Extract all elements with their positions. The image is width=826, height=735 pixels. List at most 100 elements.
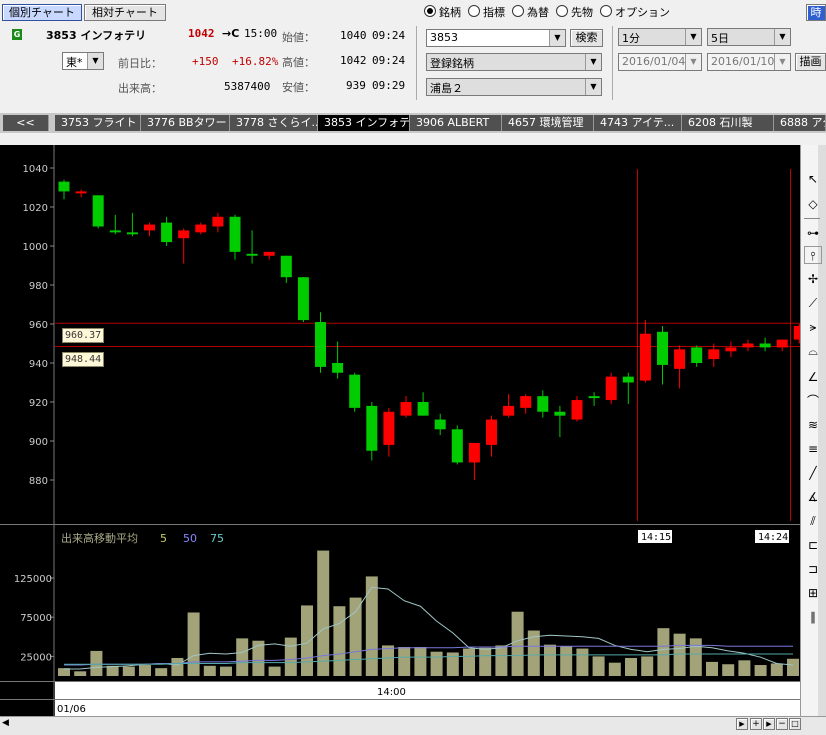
cycle-tool-icon[interactable]: ∥ xyxy=(804,608,822,626)
price-chart[interactable]: 104010201000980960940920900880 125000750… xyxy=(0,145,800,716)
hline-label-upper[interactable]: 960.37 xyxy=(62,328,105,343)
symbol-tab-active[interactable]: 3853 インフォテリ xyxy=(318,115,410,131)
span-select[interactable]: 5日 ▼ xyxy=(707,28,791,46)
cursor-icon[interactable]: ↖ xyxy=(804,170,822,188)
symbol-tab[interactable]: 3906 ALBERT xyxy=(410,115,502,131)
chevron-down-icon: ▼ xyxy=(585,54,601,70)
change-label: 前日比： xyxy=(118,57,162,70)
hline-label-lower[interactable]: 948.44 xyxy=(62,352,105,367)
gann-tool-icon[interactable]: ∡ xyxy=(804,488,822,506)
volume-bar xyxy=(430,651,443,676)
candle xyxy=(759,343,771,348)
price-tick-label: 980 xyxy=(29,281,48,292)
volume-bar xyxy=(625,657,637,676)
tab-relative-chart[interactable]: 相対チャート xyxy=(84,4,166,21)
candle xyxy=(144,224,155,231)
chevron-down-icon: ▼ xyxy=(685,54,701,70)
scroll-left-icon[interactable]: ◀ xyxy=(2,718,9,728)
volume-value: 5387400 xyxy=(224,80,271,93)
symbol-tab[interactable]: 6208 石川製 xyxy=(682,115,774,131)
candle xyxy=(400,402,412,416)
candle xyxy=(161,222,173,243)
cross-tool-icon[interactable]: ✢ xyxy=(804,270,822,288)
trendline-icon[interactable]: ⟋ xyxy=(804,294,822,312)
chevron-down-icon: ▼ xyxy=(685,29,701,45)
reset-view-button[interactable]: □ xyxy=(789,718,801,730)
fan-tool-icon[interactable]: ⪫ xyxy=(804,318,822,336)
arc-tool-icon[interactable]: ⌓ xyxy=(804,342,822,360)
vline-tool-icon[interactable]: ⫯ xyxy=(804,246,822,264)
date-to-input[interactable]: 2016/01/10 ▼ xyxy=(707,53,791,71)
price-tick-label: 940 xyxy=(29,359,48,370)
volume-bar xyxy=(414,646,427,676)
stock-code-name: 3853 インフォテリ xyxy=(46,29,147,42)
interval-select[interactable]: 1分 ▼ xyxy=(618,28,702,46)
corner-button[interactable]: 時 xyxy=(806,4,826,21)
volume-bar xyxy=(689,638,702,676)
watchlist2-select-value: 浦島２ xyxy=(430,82,463,95)
symbol-input[interactable]: 3853 ▼ xyxy=(426,29,566,47)
price-arrow: →C xyxy=(222,27,240,40)
candle xyxy=(195,224,207,233)
time-marker-right: 14:24 xyxy=(758,532,788,543)
symbol-tab[interactable]: 3776 BBタワー xyxy=(141,115,230,131)
volume-tick-label: 75000 xyxy=(20,613,52,624)
volume-bar xyxy=(122,666,135,676)
measure-tool-icon[interactable]: ⊞ xyxy=(804,584,822,602)
fib-retrace-icon[interactable]: ≡ xyxy=(804,440,822,458)
price-tick-label: 900 xyxy=(29,437,48,448)
search-button[interactable]: 検索 xyxy=(570,29,603,47)
bracket-tool-icon[interactable]: ⊏ xyxy=(804,536,822,554)
symbol-tab[interactable]: 4657 環境管理 xyxy=(502,115,594,131)
price-tick-label: 1000 xyxy=(23,242,48,253)
date-from-value: 2016/01/04 xyxy=(622,55,686,68)
line-tool-icon[interactable]: ╱ xyxy=(804,464,822,482)
radio-index[interactable]: 指標 xyxy=(468,5,505,19)
stairs-tool-icon[interactable]: ≋ xyxy=(804,416,822,434)
chevron-down-icon: ▼ xyxy=(774,54,790,70)
watchlist-select[interactable]: 登録銘柄 ▼ xyxy=(426,53,602,71)
volume-bar xyxy=(252,640,265,676)
horizontal-scrollbar[interactable] xyxy=(0,716,826,735)
scroll-end-icon[interactable]: ▶ xyxy=(763,718,775,730)
channel-tool-icon[interactable]: ⫽ xyxy=(804,512,822,530)
volume-bar xyxy=(187,612,200,676)
volume-bar xyxy=(333,606,346,676)
volume-bar xyxy=(349,597,362,676)
volume-bar xyxy=(770,663,783,676)
zoom-in-button[interactable]: + xyxy=(750,718,762,730)
candle xyxy=(315,322,326,367)
symbol-tab[interactable]: 3778 さくらイ... xyxy=(230,115,318,131)
scroll-right-icon[interactable]: ▶ xyxy=(736,718,748,730)
symbol-tab[interactable]: 6888 アク xyxy=(774,115,826,131)
x-tick-label: 14:00 xyxy=(377,687,406,698)
symbol-tab[interactable]: 3753 フライト xyxy=(55,115,141,131)
change-percent: +16.82% xyxy=(232,55,279,68)
eraser-icon[interactable]: ◇ xyxy=(804,195,822,213)
draw-button[interactable]: 描画 xyxy=(795,53,826,71)
price-tick-label: 1040 xyxy=(23,164,48,175)
radio-options[interactable]: オプション xyxy=(600,5,670,19)
ma5-label: 5 xyxy=(160,532,167,545)
volume-bar xyxy=(544,644,556,676)
radio-futures[interactable]: 先物 xyxy=(556,5,593,19)
volume-bar xyxy=(511,611,524,676)
fib-fan-icon[interactable]: ∠ xyxy=(804,368,822,386)
volume-bar xyxy=(479,647,492,676)
volume-bar xyxy=(171,657,184,676)
open-value: 1040 xyxy=(340,29,367,42)
fib-arc-icon[interactable]: ⌒ xyxy=(804,392,822,410)
hline-tool-icon[interactable]: ⊶ xyxy=(804,224,822,242)
radio-fx[interactable]: 為替 xyxy=(512,5,549,19)
candle xyxy=(349,374,361,408)
market-select[interactable]: 東* ▼ xyxy=(62,52,104,70)
symbol-tab[interactable]: 4743 アイテ... xyxy=(594,115,682,131)
watchlist2-select[interactable]: 浦島２ ▼ xyxy=(426,78,602,96)
tab-scroll-left[interactable]: << xyxy=(3,115,49,131)
candle xyxy=(622,376,634,383)
tab-individual-chart[interactable]: 個別チャート xyxy=(2,4,82,21)
range-tool-icon[interactable]: ⊐ xyxy=(804,560,822,578)
date-from-input[interactable]: 2016/01/04 ▼ xyxy=(618,53,702,71)
zoom-out-button[interactable]: − xyxy=(776,718,788,730)
radio-stock[interactable]: 銘柄 xyxy=(424,5,461,19)
